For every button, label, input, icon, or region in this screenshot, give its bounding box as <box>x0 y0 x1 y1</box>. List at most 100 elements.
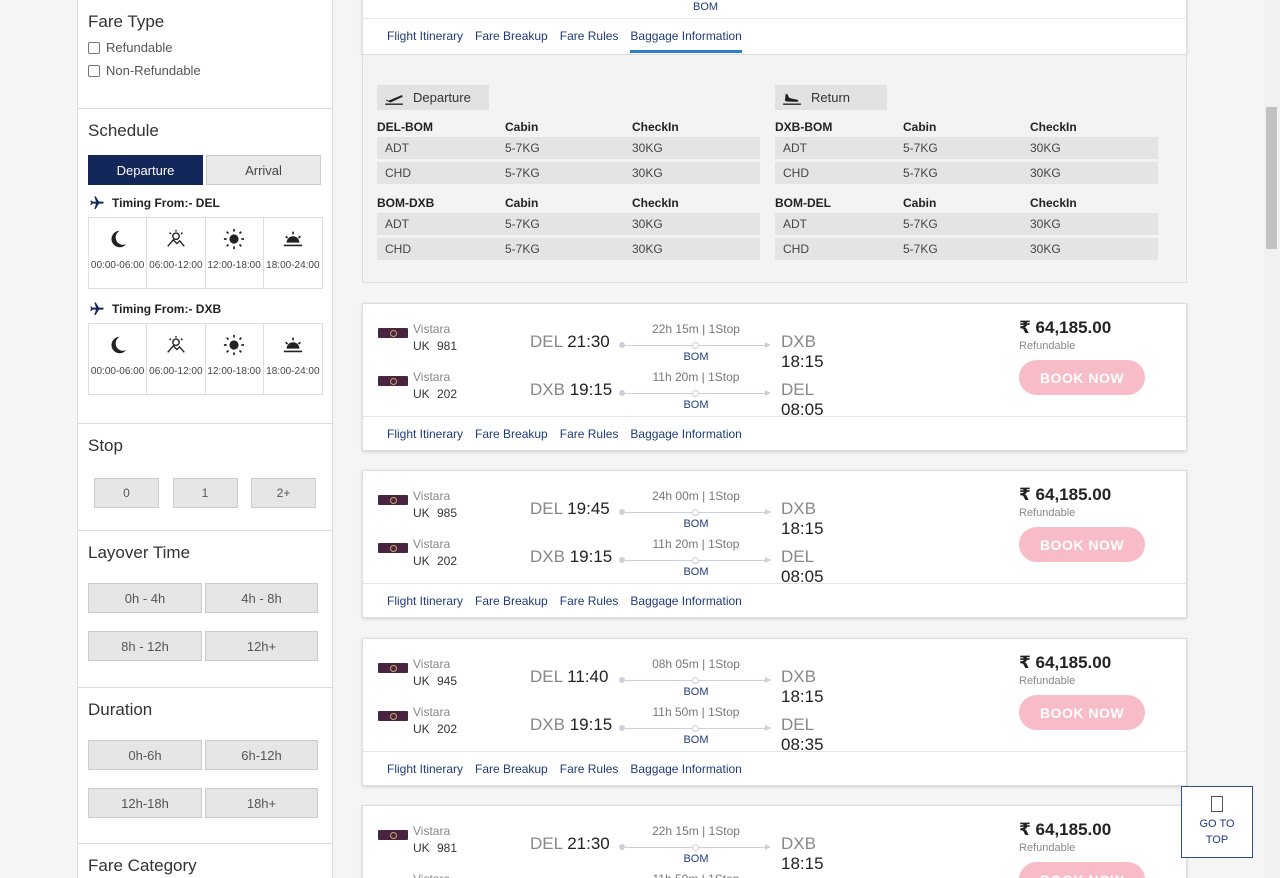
slot-time: 12:00-18:00 <box>207 260 261 271</box>
slot-night[interactable]: 00:00-06:00 <box>89 324 148 394</box>
layover-12plus-button[interactable]: 12h+ <box>205 631 318 661</box>
baggage-row: CHD 5-7KG 30KG <box>775 162 1158 184</box>
schedule-title: Schedule <box>88 121 159 140</box>
departure-info: DXB 19:15 <box>530 547 612 567</box>
stop-1-button[interactable]: 1 <box>172 478 238 508</box>
fare-price: ₹ 64,185.00 <box>1019 318 1112 337</box>
destination-code: DXB <box>781 332 816 351</box>
return-tag-label: Return <box>811 90 851 105</box>
fare-category-section: Fare Category <box>78 844 332 878</box>
tab-baggage-information[interactable]: Baggage Information <box>630 752 741 786</box>
card-tabs: Flight Itinerary Fare Breakup Fare Rules… <box>363 583 1186 617</box>
arrival-info: DEL 08:05 <box>781 380 858 420</box>
slot-morning[interactable]: 06:00-12:00 <box>147 324 206 394</box>
flight-number: UK 202 <box>413 722 458 736</box>
route-label: BOM-DXB <box>377 196 435 210</box>
page-scrollbar[interactable] <box>1264 0 1280 878</box>
tab-fare-rules[interactable]: Fare Rules <box>560 752 619 786</box>
tab-baggage-information[interactable]: Baggage Information <box>630 417 741 451</box>
baggage-group-head: BOM-DXB Cabin CheckIn <box>377 196 760 210</box>
tab-flight-itinerary[interactable]: Flight Itinerary <box>387 584 463 618</box>
tab-fare-rules[interactable]: Fare Rules <box>560 19 619 53</box>
duration-stops: 11h 20m | 1Stop <box>652 537 740 551</box>
tab-fare-breakup[interactable]: Fare Breakup <box>475 752 548 786</box>
refundable-checkbox[interactable]: Refundable <box>88 40 322 55</box>
cabin-value: 5-7KG <box>903 217 938 231</box>
tab-fare-breakup[interactable]: Fare Breakup <box>475 584 548 618</box>
slot-evening[interactable]: 18:00-24:00 <box>264 324 322 394</box>
slot-time: 18:00-24:00 <box>266 260 320 271</box>
departure-time: 19:15 <box>569 380 613 399</box>
duration-6-12-button[interactable]: 6h-12h <box>205 740 318 770</box>
tab-fare-rules[interactable]: Fare Rules <box>560 584 619 618</box>
duration-18plus-button[interactable]: 18h+ <box>205 788 318 818</box>
route-label: BOM-DEL <box>775 196 831 210</box>
baggage-row: CHD 5-7KG 30KG <box>775 238 1158 260</box>
layover-4-8-button[interactable]: 4h - 8h <box>205 583 318 613</box>
baggage-return: Return DXB-BOM Cabin CheckIn ADT 5-7KG 3… <box>775 85 1158 260</box>
via-airport: BOM <box>683 518 709 530</box>
book-now-button[interactable]: BOOK NOW <box>1019 862 1145 878</box>
stop-2plus-button[interactable]: 2+ <box>251 478 316 508</box>
tab-fare-breakup[interactable]: Fare Breakup <box>475 19 548 53</box>
stop-title: Stop <box>88 436 123 455</box>
duration-stops: 11h 50m | 1Stop <box>652 705 740 719</box>
non-refundable-checkbox[interactable]: Non-Refundable <box>88 63 322 78</box>
duration-12-18-button[interactable]: 12h-18h <box>88 788 202 818</box>
book-now-button[interactable]: BOOK NOW <box>1019 527 1145 562</box>
stop-0-button[interactable]: 0 <box>94 478 159 508</box>
go-to-top-line2: TOP <box>1205 834 1229 846</box>
layover-section: Layover Time 0h - 4h 4h - 8h 8h - 12h 12… <box>78 531 332 688</box>
slot-time: 06:00-12:00 <box>149 366 203 377</box>
sun-icon <box>224 334 245 356</box>
arrival-info: DXB 18:15 <box>781 499 858 539</box>
checkbox-box[interactable] <box>88 64 100 77</box>
via-airport: BOM <box>683 351 709 363</box>
baggage-departure: Departure DEL-BOM Cabin CheckIn ADT 5-7K… <box>377 85 760 260</box>
flight-segment: Vistara UK 945 DEL 11:40 08h 05m | 1Stop… <box>378 657 858 706</box>
checkin-value: 30KG <box>1030 166 1061 180</box>
layover-8-12-button[interactable]: 8h - 12h <box>88 631 202 661</box>
duration-stops: 11h 20m | 1Stop <box>652 370 740 384</box>
tab-baggage-information[interactable]: Baggage Information <box>630 19 743 53</box>
departure-info: DEL 21:30 <box>530 332 610 352</box>
stop-options: 0 1 2+ <box>88 478 322 508</box>
layover-0-4-button[interactable]: 0h - 4h <box>88 583 202 613</box>
tab-flight-itinerary[interactable]: Flight Itinerary <box>387 417 463 451</box>
fare-type-title: Fare Type <box>88 12 165 31</box>
pax-type: ADT <box>783 217 807 231</box>
fare-category-title: Fare Category <box>88 856 197 875</box>
checkbox-box[interactable] <box>88 41 100 54</box>
tab-fare-rules[interactable]: Fare Rules <box>560 417 619 451</box>
book-now-button[interactable]: BOOK NOW <box>1019 695 1145 730</box>
tab-fare-breakup[interactable]: Fare Breakup <box>475 417 548 451</box>
tab-flight-itinerary[interactable]: Flight Itinerary <box>387 19 463 53</box>
airline-logo <box>378 711 408 721</box>
slot-evening[interactable]: 18:00-24:00 <box>264 218 322 288</box>
non-refundable-label: Non-Refundable <box>106 63 201 78</box>
slot-time: 06:00-12:00 <box>149 260 203 271</box>
scrollbar-thumb[interactable] <box>1266 107 1277 249</box>
slot-afternoon[interactable]: 12:00-18:00 <box>206 218 264 288</box>
slot-morning[interactable]: 06:00-12:00 <box>147 218 206 288</box>
page: Fare Type Refundable Non-Refundable Sche… <box>0 0 1280 878</box>
route-line <box>619 844 771 851</box>
slot-afternoon[interactable]: 12:00-18:00 <box>206 324 264 394</box>
stop-dot <box>692 725 699 732</box>
cabin-value: 5-7KG <box>505 141 540 155</box>
departure-time: 19:15 <box>569 715 613 734</box>
baggage-row: CHD 5-7KG 30KG <box>377 162 760 184</box>
book-now-button[interactable]: BOOK NOW <box>1019 360 1145 395</box>
slot-night[interactable]: 00:00-06:00 <box>89 218 148 288</box>
departure-time: 21:30 <box>567 834 610 853</box>
go-to-top-button[interactable]: GO TO TOP <box>1181 786 1253 858</box>
tab-baggage-information[interactable]: Baggage Information <box>630 584 741 618</box>
checkin-value: 30KG <box>1030 217 1061 231</box>
arrival-toggle-button[interactable]: Arrival <box>206 155 321 185</box>
takeoff-icon <box>385 94 403 105</box>
duration-0-6-button[interactable]: 0h-6h <box>88 740 202 770</box>
flight-card: Vistara UK 981 DEL 21:30 22h 15m | 1Stop… <box>362 805 1187 878</box>
fare-price: ₹ 64,185.00 <box>1019 820 1112 839</box>
departure-toggle-button[interactable]: Departure <box>88 155 203 185</box>
tab-flight-itinerary[interactable]: Flight Itinerary <box>387 752 463 786</box>
